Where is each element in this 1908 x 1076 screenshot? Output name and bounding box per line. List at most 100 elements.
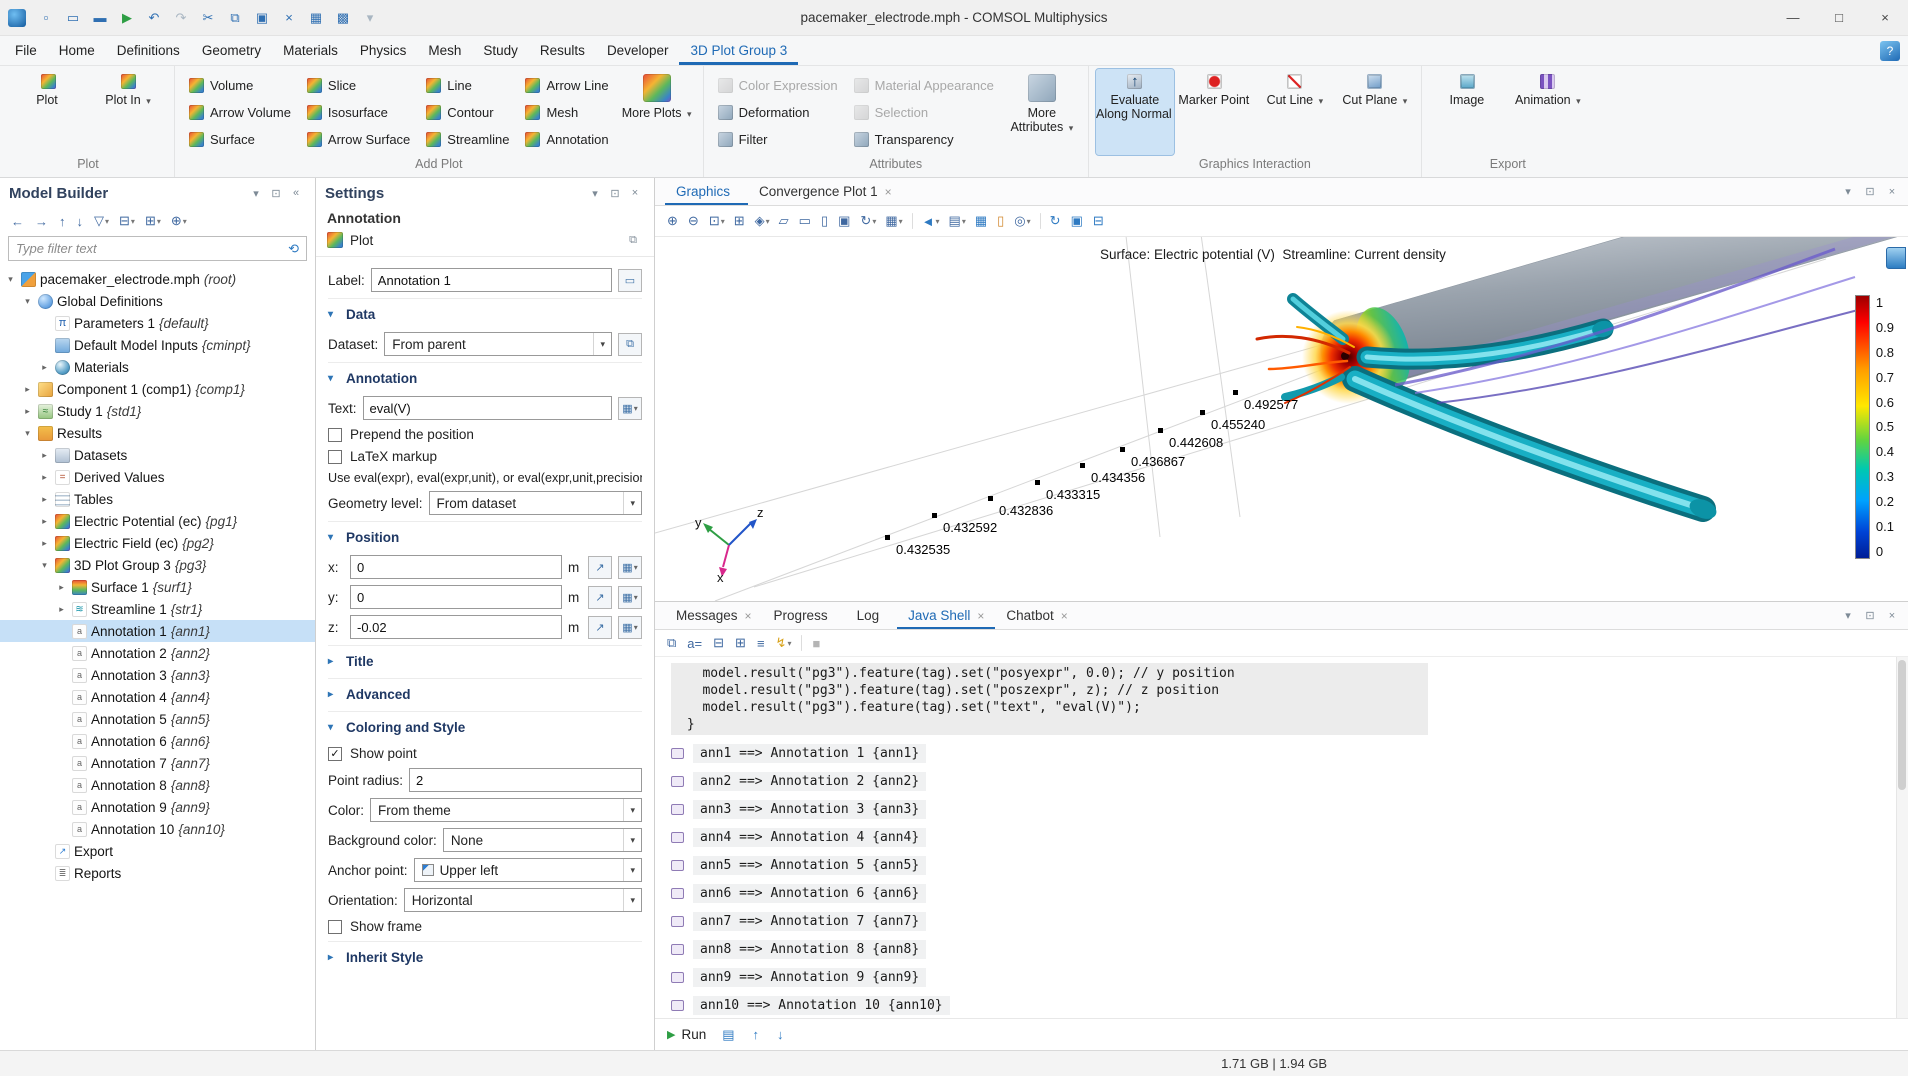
open-file-icon[interactable]: ▭ (60, 4, 86, 32)
collapse-all-icon[interactable]: ⊟▾ (115, 212, 139, 230)
scrollbar-thumb[interactable] (1898, 660, 1906, 790)
undo-icon[interactable]: ↶ (141, 4, 167, 32)
panel-options-icon[interactable]: ▾ (1838, 182, 1858, 202)
collapse-output-icon[interactable]: ⊟ (709, 634, 729, 652)
range-button[interactable]: ↗ (588, 616, 612, 639)
tree-item[interactable]: ▸ Surface 1 {surf1} (0, 576, 315, 598)
expression-menu-button[interactable]: ▦▾ (618, 586, 642, 609)
close-tab-icon[interactable]: × (885, 185, 892, 199)
tab-progress[interactable]: Progress (763, 602, 846, 629)
tree-expander-icon[interactable]: ▸ (38, 494, 51, 505)
close-panel-icon[interactable]: × (1882, 606, 1902, 626)
show-frame-checkbox[interactable] (328, 920, 342, 934)
save-icon[interactable]: ▬ (87, 4, 113, 32)
section-data[interactable]: Data (328, 298, 642, 326)
history-previous-icon[interactable]: ↑ (749, 1026, 764, 1044)
menu-3d-plot-group-3[interactable]: 3D Plot Group 3 (679, 36, 798, 65)
add-arrow-surface-button[interactable]: Arrow Surface (300, 126, 417, 153)
add-arrow-volume-button[interactable]: Arrow Volume (182, 99, 298, 126)
dataset-select[interactable]: From parent ▾ (384, 332, 612, 356)
tree-expander-icon[interactable]: ▸ (38, 538, 51, 549)
menu-developer[interactable]: Developer (596, 36, 680, 65)
list-variables-icon[interactable]: ≡ (753, 635, 770, 652)
tree-item[interactable]: Annotation 6 {ann6} (0, 730, 315, 752)
tree-expander-icon[interactable]: ▸ (38, 516, 51, 527)
tree-item[interactable]: Export (0, 840, 315, 862)
zoom-extents-icon[interactable]: ⊞ (730, 212, 750, 230)
maximize-button[interactable]: □ (1816, 0, 1862, 35)
dataset-actions-button[interactable]: ⧉ (618, 333, 642, 356)
tree-item[interactable]: ▸ Electric Potential (ec) {pg1} (0, 510, 315, 532)
clip-plane-icon[interactable]: ▯ (993, 212, 1009, 230)
tree-item[interactable]: Annotation 3 {ann3} (0, 664, 315, 686)
probe-icon[interactable]: ◎▾ (1010, 212, 1034, 230)
position-input[interactable] (350, 585, 562, 609)
tree-expander-icon[interactable]: ▸ (38, 362, 51, 373)
add-mesh-button[interactable]: Mesh (518, 99, 615, 126)
update-plot-icon[interactable]: ↻ (1046, 212, 1066, 230)
color-expression-button[interactable]: Color Expression (711, 72, 845, 99)
animation-button[interactable]: Animation ▾ (1509, 69, 1587, 155)
position-input[interactable] (350, 555, 562, 579)
menu-mesh[interactable]: Mesh (417, 36, 472, 65)
section-coloring-and-style[interactable]: Coloring and Style (328, 711, 642, 739)
more-plots-button[interactable]: More Plots ▾ (618, 69, 696, 155)
tree-item[interactable]: ▸ Datasets (0, 444, 315, 466)
position-input[interactable] (350, 615, 562, 639)
panel-options-icon[interactable]: ▾ (1838, 606, 1858, 626)
tree-expander-icon[interactable]: ▾ (21, 296, 34, 307)
close-tab-icon[interactable]: × (1061, 609, 1068, 623)
cut-line-button[interactable]: Cut Line ▾ (1256, 69, 1334, 155)
orientation-select[interactable]: Horizontal ▾ (404, 888, 642, 912)
tree-item[interactable]: Default Model Inputs {cminpt} (0, 334, 315, 356)
tree-item[interactable]: ▸ Electric Field (ec) {pg2} (0, 532, 315, 554)
build-all-icon[interactable]: ▦ (303, 4, 329, 32)
move-up-icon[interactable]: ↑ (55, 213, 71, 230)
cut-plane-button[interactable]: Cut Plane ▾ (1336, 69, 1414, 155)
tab-graphics[interactable]: Graphics (665, 178, 748, 205)
section-inherit-style[interactable]: Inherit Style (328, 941, 642, 969)
add-arrow-line-button[interactable]: Arrow Line (518, 72, 615, 99)
menu-results[interactable]: Results (529, 36, 596, 65)
selection-button[interactable]: Selection (847, 99, 1001, 126)
view-xy-icon[interactable]: ▱ (775, 212, 794, 230)
add-volume-button[interactable]: Volume (182, 72, 298, 99)
more-attributes-button[interactable]: More Attributes ▾ (1003, 69, 1081, 155)
tree-item[interactable]: ▸ Streamline 1 {str1} (0, 598, 315, 620)
add-surface-button[interactable]: Surface (182, 126, 298, 153)
section-position[interactable]: Position (328, 521, 642, 549)
add-isosurface-button[interactable]: Isosurface (300, 99, 417, 126)
close-tab-icon[interactable]: × (745, 609, 752, 623)
app-logo[interactable] (8, 9, 26, 27)
filter-attribute-button[interactable]: Filter (711, 126, 845, 153)
toolbar-icon[interactable] (912, 213, 913, 229)
plot-in-button[interactable]: Plot In ▾ (89, 69, 167, 155)
maximize-panel-icon[interactable]: ⊡ (1860, 606, 1880, 626)
prepend-position-checkbox[interactable] (328, 428, 342, 442)
toolbar-icon[interactable] (1040, 213, 1041, 229)
tree-item-annotation-1[interactable]: Annotation 1 {ann1} (0, 620, 315, 642)
menu-home[interactable]: Home (48, 36, 106, 65)
tree-item[interactable]: ▸ Tables (0, 488, 315, 510)
add-slice-button[interactable]: Slice (300, 72, 417, 99)
tab-chatbot[interactable]: Chatbot × (995, 602, 1078, 629)
tab-messages[interactable]: Messages × (665, 602, 763, 629)
marker-point-button[interactable]: Marker Point (1176, 69, 1254, 155)
tree-item[interactable]: ▸ Derived Values (0, 466, 315, 488)
rename-button[interactable]: ▭ (618, 269, 642, 292)
add-annotation-button[interactable]: Annotation (518, 126, 615, 153)
tree-item[interactable]: ▾ pacemaker_electrode.mph (root) (0, 268, 315, 290)
tree-expander-icon[interactable]: ▸ (21, 384, 34, 395)
minimize-button[interactable]: — (1770, 0, 1816, 35)
collapse-panel-icon[interactable]: « (286, 183, 306, 203)
float-panel-icon[interactable]: ⊡ (266, 183, 286, 203)
add-contour-button[interactable]: Contour (419, 99, 516, 126)
copy-icon[interactable]: ⧉ (222, 4, 248, 32)
graphics-canvas[interactable]: Surface: Electric potential (V) Streamli… (655, 237, 1908, 601)
scene-settings-icon[interactable]: ▦▾ (881, 212, 906, 230)
tree-expander-icon[interactable]: ▾ (38, 560, 51, 571)
console-scrollbar[interactable] (1896, 657, 1908, 1018)
tree-item[interactable]: ▾ 3D Plot Group 3 {pg3} (0, 554, 315, 576)
tree-item[interactable]: Annotation 2 {ann2} (0, 642, 315, 664)
menu-definitions[interactable]: Definitions (106, 36, 191, 65)
